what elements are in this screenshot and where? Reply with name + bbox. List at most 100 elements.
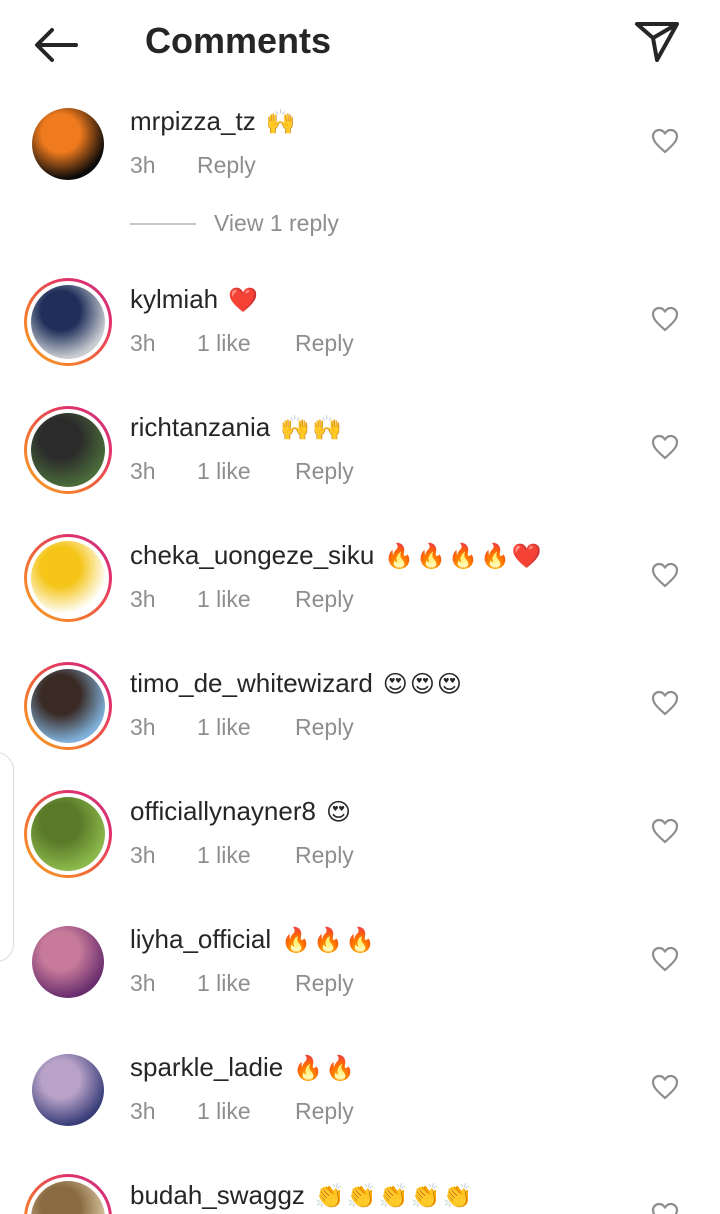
comment-item: kylmiah ❤️ 3h 1 like Reply bbox=[0, 278, 720, 378]
comment-text: liyha_official 🔥🔥🔥 bbox=[130, 924, 377, 955]
view-replies-label: View 1 reply bbox=[214, 210, 339, 236]
comment-time: 3h bbox=[130, 330, 156, 356]
like-button[interactable] bbox=[648, 1072, 682, 1106]
comment-time: 3h bbox=[130, 1098, 156, 1124]
likes-count-link[interactable]: 1 like bbox=[197, 714, 295, 741]
comment-meta: 3h 1 like Reply bbox=[130, 714, 354, 741]
like-button[interactable] bbox=[648, 304, 682, 338]
username-link[interactable]: budah_swaggz bbox=[130, 1180, 305, 1211]
comment-meta: 3h 1 like Reply bbox=[130, 330, 354, 357]
avatar bbox=[31, 285, 105, 359]
comment-item: liyha_official 🔥🔥🔥 3h 1 like Reply bbox=[0, 918, 720, 1018]
comment-emojis: ❤️ bbox=[228, 285, 261, 314]
avatar-button[interactable] bbox=[24, 1174, 112, 1214]
comment-meta: 3h 1 like Reply bbox=[130, 1098, 354, 1125]
like-button[interactable] bbox=[648, 944, 682, 978]
reply-button[interactable]: Reply bbox=[295, 330, 354, 357]
likes-count-link[interactable]: 1 like bbox=[197, 458, 295, 485]
comment-emojis: 🔥🔥🔥🔥❤️ bbox=[384, 541, 544, 570]
comment-emojis: 🔥🔥 bbox=[293, 1053, 357, 1082]
heart-icon bbox=[651, 434, 679, 465]
like-button[interactable] bbox=[648, 688, 682, 722]
comment-meta: 3h 1 like Reply bbox=[130, 586, 354, 613]
reply-button[interactable]: Reply bbox=[295, 714, 354, 741]
reply-button[interactable]: Reply bbox=[295, 842, 354, 869]
avatar bbox=[32, 1054, 104, 1126]
view-replies-button[interactable]: View 1 reply bbox=[130, 210, 339, 237]
avatar-button[interactable] bbox=[24, 100, 112, 188]
username-link[interactable]: mrpizza_tz bbox=[130, 106, 256, 137]
comment-time: 3h bbox=[130, 970, 156, 996]
comment-time: 3h bbox=[130, 586, 156, 612]
avatar-ring bbox=[27, 665, 109, 747]
reply-button[interactable]: Reply bbox=[295, 970, 354, 997]
comment-item: cheka_uongeze_siku 🔥🔥🔥🔥❤️ 3h 1 like Reply bbox=[0, 534, 720, 634]
username-link[interactable]: liyha_official bbox=[130, 924, 271, 955]
reply-button[interactable]: Reply bbox=[197, 152, 256, 179]
comment-meta: 3h 1 like Reply bbox=[130, 458, 354, 485]
username-link[interactable]: richtanzania bbox=[130, 412, 270, 443]
share-button[interactable] bbox=[630, 18, 684, 66]
username-link[interactable]: sparkle_ladie bbox=[130, 1052, 283, 1083]
username-link[interactable]: officiallynayner8 bbox=[130, 796, 316, 827]
like-button[interactable] bbox=[648, 432, 682, 466]
avatar-button[interactable] bbox=[24, 406, 112, 494]
comment-emojis: 🙌🙌 bbox=[280, 413, 344, 442]
username-link[interactable]: timo_de_whitewizard bbox=[130, 668, 373, 699]
avatar-button[interactable] bbox=[24, 662, 112, 750]
avatar-button[interactable] bbox=[24, 1046, 112, 1134]
reply-button[interactable]: Reply bbox=[295, 1098, 354, 1125]
comment-item: budah_swaggz 👏👏👏👏👏 bbox=[0, 1174, 720, 1214]
side-panel-edge bbox=[0, 752, 14, 962]
like-button[interactable] bbox=[648, 816, 682, 850]
comment-text: richtanzania 🙌🙌 bbox=[130, 412, 344, 443]
like-button[interactable] bbox=[648, 560, 682, 594]
comment-meta: 3h 1 like Reply bbox=[130, 970, 354, 997]
comment-text: budah_swaggz 👏👏👏👏👏 bbox=[130, 1180, 474, 1211]
avatar bbox=[31, 541, 105, 615]
reply-button[interactable]: Reply bbox=[295, 458, 354, 485]
avatar bbox=[31, 797, 105, 871]
avatar-button[interactable] bbox=[24, 534, 112, 622]
avatar-button[interactable] bbox=[24, 278, 112, 366]
paper-plane-icon bbox=[635, 22, 679, 62]
username-link[interactable]: cheka_uongeze_siku bbox=[130, 540, 374, 571]
heart-icon bbox=[651, 562, 679, 593]
likes-count-link[interactable]: 1 like bbox=[197, 1098, 295, 1125]
avatar bbox=[31, 1181, 105, 1214]
top-bar: Comments bbox=[0, 0, 720, 88]
comment-text: timo_de_whitewizard 😍😍😍 bbox=[130, 668, 464, 699]
comment-text: kylmiah ❤️ bbox=[130, 284, 260, 315]
likes-count-link[interactable]: 1 like bbox=[197, 330, 295, 357]
likes-count-link[interactable]: 1 like bbox=[197, 842, 295, 869]
comment-time: 3h bbox=[130, 842, 156, 868]
comment-emojis: 😍😍😍 bbox=[382, 669, 464, 698]
avatar-ring bbox=[27, 793, 109, 875]
comment-meta: 3h Reply bbox=[130, 152, 256, 179]
comment-item: timo_de_whitewizard 😍😍😍 3h 1 like Reply bbox=[0, 662, 720, 762]
avatar-ring bbox=[27, 409, 109, 491]
back-button[interactable] bbox=[30, 22, 82, 68]
comment-text: sparkle_ladie 🔥🔥 bbox=[130, 1052, 357, 1083]
avatar-ring bbox=[27, 1177, 109, 1214]
like-button[interactable] bbox=[648, 126, 682, 160]
divider-line bbox=[130, 222, 196, 225]
comment-emojis: 👏👏👏👏👏 bbox=[314, 1181, 475, 1210]
likes-count-link[interactable]: 1 like bbox=[197, 970, 295, 997]
username-link[interactable]: kylmiah bbox=[130, 284, 218, 315]
heart-icon bbox=[651, 690, 679, 721]
likes-count-link[interactable]: 1 like bbox=[197, 586, 295, 613]
comment-item: mrpizza_tz 🙌 3h Reply bbox=[0, 100, 720, 200]
avatar-button[interactable] bbox=[24, 790, 112, 878]
page-title: Comments bbox=[145, 20, 332, 61]
comment-time: 3h bbox=[130, 152, 156, 178]
comment-meta: 3h 1 like Reply bbox=[130, 842, 354, 869]
comment-emojis: 😍 bbox=[325, 797, 353, 826]
comment-item: officiallynayner8 😍 3h 1 like Reply bbox=[0, 790, 720, 890]
avatar-ring bbox=[27, 537, 109, 619]
avatar bbox=[31, 669, 105, 743]
avatar-ring bbox=[27, 281, 109, 363]
like-button[interactable] bbox=[648, 1200, 682, 1214]
avatar-button[interactable] bbox=[24, 918, 112, 1006]
reply-button[interactable]: Reply bbox=[295, 586, 354, 613]
